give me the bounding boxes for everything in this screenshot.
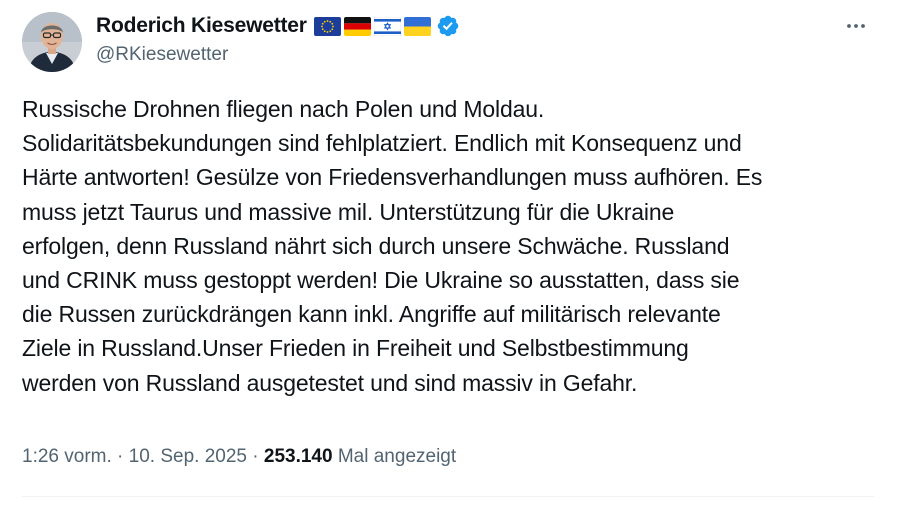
- author-flags: [311, 16, 431, 36]
- avatar[interactable]: [22, 12, 82, 72]
- tweet-meta: 1:26 vorm. · 10. Sep. 2025 · 253.140 Mal…: [22, 446, 456, 468]
- author-name-row: Roderich Kiesewetter: [96, 12, 460, 40]
- views-count: 253.140: [263, 446, 333, 467]
- author-display-name[interactable]: Roderich Kiesewetter: [96, 14, 307, 38]
- germany-flag-icon: [343, 16, 371, 36]
- avatar-photo: [22, 12, 82, 72]
- meta-separator: ·: [117, 446, 124, 467]
- tweet-date[interactable]: 10. Sep. 2025: [129, 446, 247, 467]
- israel-flag-icon: [373, 16, 401, 36]
- verified-badge-icon[interactable]: [436, 14, 460, 38]
- eu-flag-icon: [313, 16, 341, 36]
- meta-separator: ·: [252, 446, 259, 467]
- views-label: Mal angezeigt: [337, 446, 457, 467]
- tweet-text: Russische Drohnen fliegen nach Polen und…: [22, 96, 763, 396]
- tweet-time[interactable]: 1:26 vorm.: [22, 446, 112, 467]
- divider: [22, 496, 874, 497]
- ukraine-flag-icon: [403, 16, 431, 36]
- author-handle[interactable]: @RKiesewetter: [96, 44, 228, 66]
- more-options-button[interactable]: [840, 14, 872, 38]
- more-horizontal-icon: [847, 24, 865, 28]
